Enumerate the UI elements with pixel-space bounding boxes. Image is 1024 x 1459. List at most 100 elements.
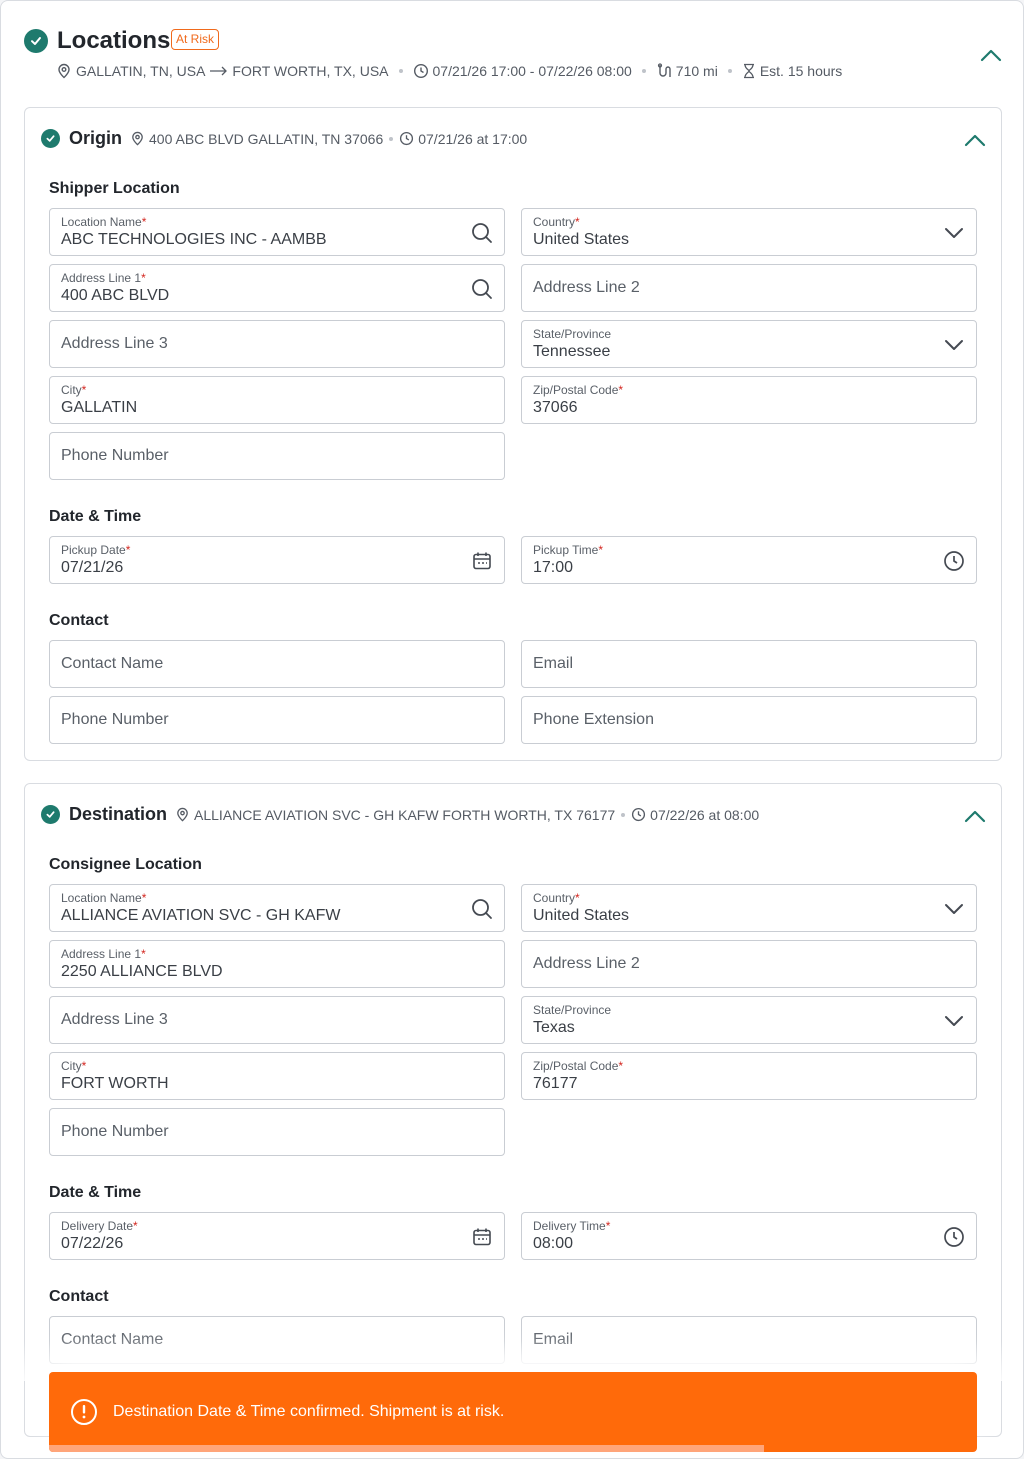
field-placeholder: Address Line 3	[61, 335, 168, 352]
required-marker: *	[605, 1219, 611, 1233]
delivery-date-field[interactable]: Delivery Date* 07/22/26	[49, 1212, 505, 1260]
route-origin: GALLATIN, TN, USA	[76, 63, 206, 79]
destination-email-field[interactable]: Email	[521, 1316, 977, 1364]
consignee-location-heading: Consignee Location	[49, 856, 202, 873]
destination-state-select[interactable]: State/Province Texas	[521, 996, 977, 1044]
required-marker: *	[141, 891, 147, 905]
shipper-location-heading: Shipper Location	[49, 180, 180, 197]
field-label: City	[61, 1059, 82, 1073]
collapse-locations-button[interactable]	[977, 41, 1005, 69]
risk-toast[interactable]: Destination Date & Time confirmed. Shipm…	[49, 1372, 977, 1452]
locations-check-icon	[24, 29, 48, 53]
location-pin-icon	[58, 63, 70, 79]
chevron-down-icon	[942, 1009, 966, 1033]
location-pin-icon	[132, 131, 143, 146]
collapse-destination-button[interactable]	[961, 802, 989, 830]
required-marker: *	[125, 543, 131, 557]
clock-icon[interactable]	[942, 1225, 966, 1249]
origin-address2-field[interactable]: Address Line 2	[521, 264, 977, 312]
schedule-window: 07/21/26 17:00 - 07/22/26 08:00	[432, 63, 632, 79]
origin-address1-field[interactable]: Address Line 1* 400 ABC BLVD	[49, 264, 505, 312]
field-value: 17:00	[533, 559, 574, 576]
calendar-icon[interactable]	[470, 1225, 494, 1249]
field-label: Zip/Postal Code	[533, 383, 619, 397]
origin-location-name-field[interactable]: Location Name* ABC TECHNOLOGIES INC - AA…	[49, 208, 505, 256]
chevron-up-icon	[964, 134, 986, 147]
field-value: 08:00	[533, 1235, 574, 1252]
origin-country-select[interactable]: Country* United States	[521, 208, 977, 256]
field-value: 76177	[533, 1075, 578, 1092]
separator-dot	[727, 69, 732, 73]
field-label: Pickup Time	[533, 543, 599, 557]
clock-icon[interactable]	[942, 549, 966, 573]
chevron-down-icon	[942, 221, 966, 245]
field-label: Pickup Date	[61, 543, 126, 557]
collapse-origin-button[interactable]	[961, 126, 989, 154]
chevron-down-icon	[942, 897, 966, 921]
pickup-time-field[interactable]: Pickup Time* 17:00	[521, 536, 977, 584]
required-marker: *	[618, 383, 624, 397]
field-value: United States	[533, 907, 630, 924]
destination-country-select[interactable]: Country* United States	[521, 884, 977, 932]
search-icon[interactable]	[470, 897, 494, 921]
separator-dot	[398, 69, 403, 73]
field-label: Location Name	[61, 215, 142, 229]
origin-phone-extension-field[interactable]: Phone Extension	[521, 696, 977, 744]
chevron-down-icon	[942, 333, 966, 357]
field-label: Country	[533, 215, 576, 229]
origin-email-field[interactable]: Email	[521, 640, 977, 688]
origin-address3-field[interactable]: Address Line 3	[49, 320, 505, 368]
field-label: Delivery Date	[61, 1219, 134, 1233]
required-marker: *	[141, 271, 146, 285]
field-value: FORT WORTH	[61, 1075, 169, 1092]
separator-dot	[621, 812, 626, 817]
destination-address2-field[interactable]: Address Line 2	[521, 940, 977, 988]
origin-phone-field[interactable]: Phone Number	[49, 432, 505, 480]
destination-title: Destination	[69, 804, 168, 824]
origin-contact-phone-field[interactable]: Phone Number	[49, 696, 505, 744]
at-risk-badge: At Risk	[171, 29, 220, 50]
required-marker: *	[618, 1059, 624, 1073]
field-placeholder: Phone Number	[61, 447, 169, 464]
field-label: State/Province	[533, 327, 612, 341]
origin-zip-field[interactable]: Zip/Postal Code* 37066	[521, 376, 977, 424]
field-placeholder: Address Line 2	[533, 955, 640, 972]
locations-card: Locations At Risk GALLATIN, TN, USA FORT…	[0, 0, 1024, 1459]
origin-contact-name-field[interactable]: Contact Name	[49, 640, 505, 688]
destination-zip-field[interactable]: Zip/Postal Code* 76177	[521, 1052, 977, 1100]
origin-state-select[interactable]: State/Province Tennessee	[521, 320, 977, 368]
destination-address3-field[interactable]: Address Line 3	[49, 996, 505, 1044]
destination-city-field[interactable]: City* FORT WORTH	[49, 1052, 505, 1100]
destination-address1-field[interactable]: Address Line 1* 2250 ALLIANCE BLVD	[49, 940, 505, 988]
route-destination: FORT WORTH, TX, USA	[232, 63, 389, 79]
destination-location-name-field[interactable]: Location Name* ALLIANCE AVIATION SVC - G…	[49, 884, 505, 932]
duration: Est. 15 hours	[759, 63, 843, 79]
field-label: City	[61, 383, 82, 397]
field-label: Address Line 1	[61, 947, 142, 961]
search-icon[interactable]	[470, 277, 494, 301]
chevron-up-icon	[964, 810, 986, 823]
field-label: Country	[533, 891, 576, 905]
destination-contact-name-field[interactable]: Contact Name	[49, 1316, 505, 1364]
required-marker: *	[575, 891, 580, 905]
field-value: Texas	[533, 1019, 575, 1036]
delivery-time-field[interactable]: Delivery Time* 08:00	[521, 1212, 977, 1260]
origin-section: Origin 400 ABC BLVD GALLATIN, TN 37066 0…	[24, 107, 1002, 761]
destination-phone-field[interactable]: Phone Number	[49, 1108, 505, 1156]
toast-progress-bar	[49, 1445, 764, 1452]
arrow-right-icon	[210, 66, 228, 76]
route-summary: GALLATIN, TN, USA FORT WORTH, TX, USA 07…	[56, 63, 842, 79]
calendar-icon[interactable]	[470, 549, 494, 573]
field-label: Zip/Postal Code	[533, 1059, 619, 1073]
field-value: ABC TECHNOLOGIES INC - AAMBB	[61, 231, 327, 248]
required-marker: *	[575, 215, 580, 229]
field-value: 2250 ALLIANCE BLVD	[61, 963, 223, 980]
required-marker: *	[141, 215, 147, 229]
search-icon[interactable]	[470, 221, 494, 245]
required-marker: *	[81, 1059, 87, 1073]
destination-summary: ALLIANCE AVIATION SVC - GH KAFW FORTH WO…	[175, 807, 759, 823]
pickup-date-field[interactable]: Pickup Date* 07/21/26	[49, 536, 505, 584]
origin-city-field[interactable]: City* GALLATIN	[49, 376, 505, 424]
field-placeholder: Phone Extension	[533, 711, 654, 728]
clock-icon	[632, 807, 646, 822]
